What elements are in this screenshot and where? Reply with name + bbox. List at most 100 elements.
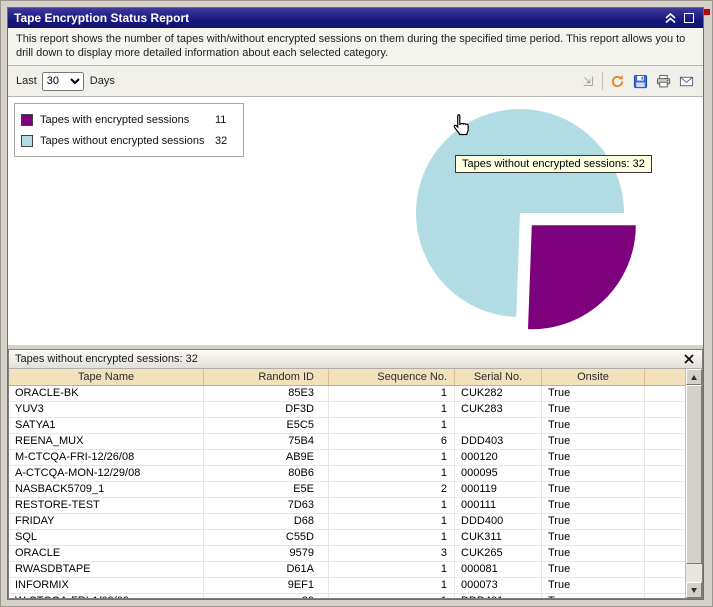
table-cell: 80B6 [204, 466, 329, 482]
print-icon[interactable] [654, 72, 672, 90]
table-cell: RESTORE-TEST [9, 498, 204, 514]
table-cell: True [542, 450, 645, 466]
scrollbar-thumb[interactable] [686, 385, 702, 564]
table-cell: CUK265 [455, 546, 542, 562]
legend-swatch-encrypted [21, 114, 33, 126]
table-row[interactable]: RESTORE-TEST7D631000111True [9, 498, 702, 514]
table-cell: True [542, 546, 645, 562]
report-window: Tape Encryption Status Report This repor… [7, 7, 704, 600]
table-cell: 1 [329, 402, 455, 418]
table-cell: ORACLE-BK [9, 386, 204, 402]
table-cell: C55D [204, 530, 329, 546]
table-cell: 9579 [204, 546, 329, 562]
table-cell: M-CTCQA-FRI-12/26/08 [9, 450, 204, 466]
table-cell: 1 [329, 562, 455, 578]
table-cell: True [542, 594, 645, 599]
table-cell: CUK283 [455, 402, 542, 418]
save-icon[interactable] [631, 72, 649, 90]
table-row[interactable]: ORACLE-BK85E31CUK282True [9, 386, 702, 402]
scroll-up-button[interactable] [686, 369, 702, 385]
table-cell: A-CTCQA-MON-12/29/08 [9, 466, 204, 482]
maximize-icon[interactable] [681, 10, 697, 26]
scroll-down-button[interactable] [686, 582, 702, 598]
table-header-row: Tape Name Random ID Sequence No. Serial … [9, 369, 702, 386]
collapse-icon[interactable] [662, 10, 678, 26]
table-cell: D61A [204, 562, 329, 578]
table-row[interactable]: YUV3DF3D1CUK283True [9, 402, 702, 418]
table-cell: ORACLE [9, 546, 204, 562]
legend-value: 32 [215, 135, 237, 147]
table-cell: 1 [329, 466, 455, 482]
table-cell: E5C5 [204, 418, 329, 434]
last-label: Last [16, 75, 37, 87]
table-cell: True [542, 482, 645, 498]
table-cell: 1 [329, 514, 455, 530]
column-header-onsite[interactable]: Onsite [542, 369, 645, 386]
table-cell: 9EF1 [204, 578, 329, 594]
table-cell: 1 [329, 450, 455, 466]
table-cell: 6 [329, 434, 455, 450]
close-icon[interactable] [682, 352, 696, 366]
table-row[interactable]: W-CTCQA-FRI-1/09/09391DDD401True [9, 594, 702, 599]
toolbar: Last 30 Days [8, 66, 703, 97]
table-cell: 7D63 [204, 498, 329, 514]
legend-item-encrypted[interactable]: Tapes with encrypted sessions 11 [21, 109, 237, 130]
table-cell: AB9E [204, 450, 329, 466]
table-cell: 1 [329, 578, 455, 594]
table-row[interactable]: M-CTCQA-FRI-12/26/08AB9E1000120True [9, 450, 702, 466]
legend-swatch-unencrypted [21, 135, 33, 147]
table-cell: 1 [329, 594, 455, 599]
column-header-tape-name[interactable]: Tape Name [9, 369, 204, 386]
detail-panel: Tapes without encrypted sessions: 32 Tap… [8, 349, 703, 599]
table-cell: True [542, 402, 645, 418]
table-row[interactable]: FRIDAYD681DDD400True [9, 514, 702, 530]
table-row[interactable]: ORACLE95793CUK265True [9, 546, 702, 562]
titlebar: Tape Encryption Status Report [8, 8, 703, 28]
table-cell: SATYA1 [9, 418, 204, 434]
email-icon[interactable] [677, 72, 695, 90]
pie-slice[interactable] [528, 225, 636, 329]
table-cell [455, 418, 542, 434]
legend-item-unencrypted[interactable]: Tapes without encrypted sessions 32 [21, 130, 237, 151]
table-row[interactable]: REENA_MUX75B46DDD403True [9, 434, 702, 450]
detail-table: Tape Name Random ID Sequence No. Serial … [9, 369, 702, 598]
table-row[interactable]: SQLC55D1CUK311True [9, 530, 702, 546]
days-label: Days [90, 75, 115, 87]
period-select[interactable]: 30 [42, 72, 84, 91]
detail-panel-header: Tapes without encrypted sessions: 32 [9, 350, 702, 369]
table-cell: 3 [329, 546, 455, 562]
table-cell: DDD400 [455, 514, 542, 530]
table-cell: CUK282 [455, 386, 542, 402]
table-cell: True [542, 514, 645, 530]
column-header-serial-no[interactable]: Serial No. [455, 369, 542, 386]
table-cell: 1 [329, 498, 455, 514]
table-row[interactable]: SATYA1E5C51True [9, 418, 702, 434]
table-cell: W-CTCQA-FRI-1/09/09 [9, 594, 204, 599]
detach-icon[interactable] [579, 72, 597, 90]
chart-tooltip: Tapes without encrypted sessions: 32 [455, 155, 652, 173]
table-cell: 000073 [455, 578, 542, 594]
table-row[interactable]: RWASDBTAPED61A1000081True [9, 562, 702, 578]
refresh-icon[interactable] [608, 72, 626, 90]
table-cell: CUK311 [455, 530, 542, 546]
table-cell: 000120 [455, 450, 542, 466]
table-cell: True [542, 434, 645, 450]
table-cell: 000081 [455, 562, 542, 578]
table-cell: 1 [329, 530, 455, 546]
detail-table-body: ORACLE-BK85E31CUK282TrueYUV3DF3D1CUK283T… [9, 386, 702, 599]
table-cell: 1 [329, 418, 455, 434]
toolbar-actions [608, 72, 695, 90]
table-cell: FRIDAY [9, 514, 204, 530]
table-cell: 000095 [455, 466, 542, 482]
column-header-sequence-no[interactable]: Sequence No. [329, 369, 455, 386]
vertical-scrollbar[interactable] [685, 369, 702, 598]
table-row[interactable]: NASBACK5709_1E5E2000119True [9, 482, 702, 498]
column-header-random-id[interactable]: Random ID [204, 369, 329, 386]
table-cell: DDD401 [455, 594, 542, 599]
table-cell: DDD403 [455, 434, 542, 450]
table-cell: DF3D [204, 402, 329, 418]
table-row[interactable]: A-CTCQA-MON-12/29/0880B61000095True [9, 466, 702, 482]
table-cell: REENA_MUX [9, 434, 204, 450]
table-row[interactable]: INFORMIX9EF11000073True [9, 578, 702, 594]
hand-cursor-icon [448, 111, 474, 143]
